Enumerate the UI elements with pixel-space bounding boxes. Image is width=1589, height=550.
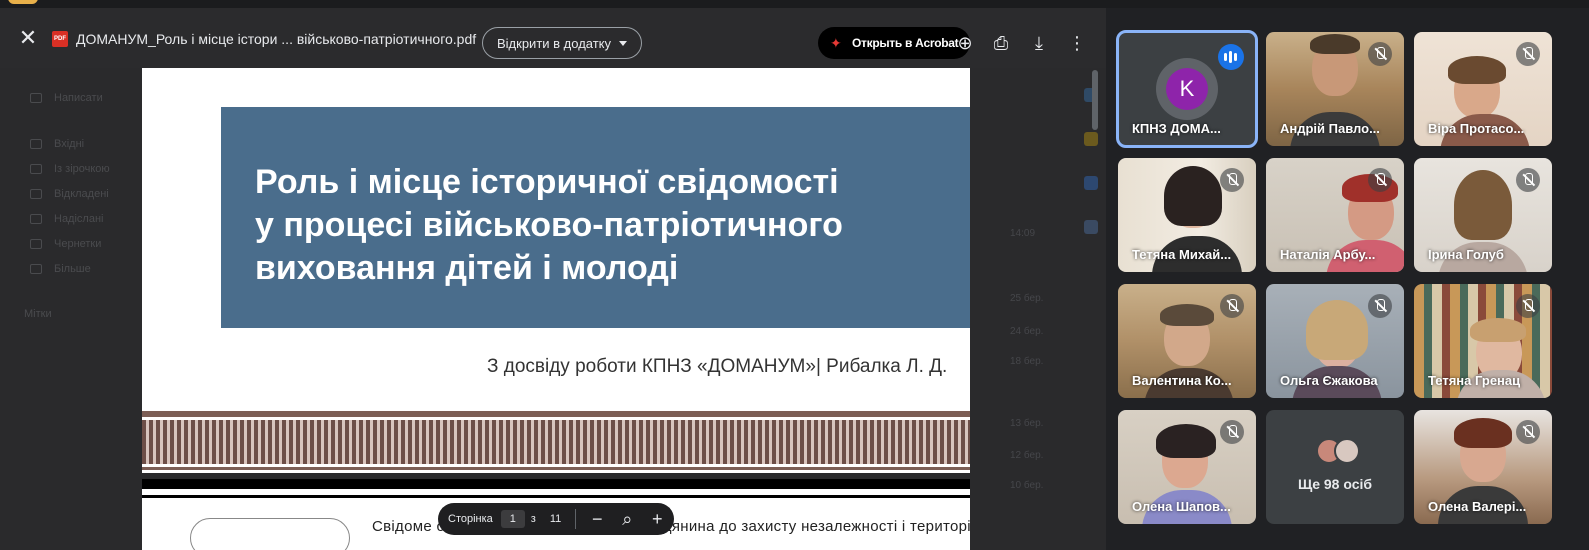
bg-labels-heading: Мітки xyxy=(24,308,52,320)
bg-date: 24 бер. xyxy=(1010,326,1044,337)
bg-date: 18 бер. xyxy=(1010,356,1044,367)
page2-oval-shape xyxy=(190,518,350,550)
participant-name: Андрій Павло... xyxy=(1280,121,1380,136)
participant-tile[interactable]: K КПНЗ ДОМА... xyxy=(1116,30,1258,148)
participant-tile[interactable]: Віра Протасо... xyxy=(1414,32,1552,146)
background-side-rail xyxy=(1076,68,1106,550)
add-to-drive-icon[interactable]: ⊕ xyxy=(954,32,976,54)
mic-off-icon xyxy=(1516,42,1540,66)
participant-name: Віра Протасо... xyxy=(1428,121,1525,136)
mic-off-icon xyxy=(1368,294,1392,318)
acrobat-label: Открыть в Acrobat xyxy=(852,36,959,50)
participant-name: КПНЗ ДОМА... xyxy=(1132,121,1221,136)
page-separator-label: з xyxy=(530,513,536,525)
bg-compose: Написати xyxy=(30,92,103,104)
bg-inbox: Вхідні xyxy=(30,138,84,150)
mic-off-icon xyxy=(1220,168,1244,192)
bg-starred: Із зірочкою xyxy=(30,163,110,175)
page2-header-bar xyxy=(142,479,970,489)
participant-name: Олена Шапов... xyxy=(1132,499,1231,514)
page2-header-bar xyxy=(142,495,970,498)
slide-title-line: виховання дітей і молоді xyxy=(255,249,679,287)
slide-title-box: Роль і місце історичної свідомості у про… xyxy=(221,107,970,328)
slide-title: Роль і місце історичної свідомості у про… xyxy=(255,161,955,290)
bg-sent: Надіслані xyxy=(30,213,103,225)
mic-off-icon xyxy=(1516,168,1540,192)
mic-off-icon xyxy=(1220,294,1244,318)
close-icon[interactable]: ✕ xyxy=(18,27,38,49)
download-icon[interactable]: ⤓ xyxy=(1028,32,1050,54)
participant-name: Ольга Єжакова xyxy=(1280,373,1378,388)
participant-tile[interactable]: Ольга Єжакова xyxy=(1266,284,1404,398)
more-participants-avatars xyxy=(1316,438,1360,468)
window-indicator xyxy=(8,0,38,4)
participant-tile[interactable]: Тетяна Гренац xyxy=(1414,284,1552,398)
decorative-band xyxy=(142,420,970,464)
bg-date: 12 бер. xyxy=(1010,450,1044,461)
open-in-app-label: Відкрити в додатку xyxy=(497,35,612,51)
pdf-viewer: Написати Вхідні Із зірочкою Відкладені Н… xyxy=(0,8,1106,550)
participant-name: Тетяна Михай... xyxy=(1132,247,1232,262)
decorative-stripe xyxy=(142,411,970,417)
page-label: Сторінка xyxy=(448,513,493,525)
bg-more: Більше xyxy=(30,263,91,275)
slide-author: З досвіду роботи КПНЗ «ДОМАНУМ»| Рибалка… xyxy=(487,356,948,377)
acrobat-icon: ✦ xyxy=(830,35,842,51)
pdf-page[interactable]: Роль і місце історичної свідомості у про… xyxy=(142,68,970,550)
viewer-scrollbar[interactable] xyxy=(1092,70,1098,130)
participant-tile[interactable]: Олена Шапов... xyxy=(1118,410,1256,524)
mic-off-icon xyxy=(1516,420,1540,444)
participant-name: Валентина Ко... xyxy=(1132,373,1232,388)
more-vert-icon[interactable]: ⋮ xyxy=(1066,32,1088,54)
bg-date: 25 бер. xyxy=(1010,293,1044,304)
bg-snoozed: Відкладені xyxy=(30,188,109,200)
speaking-indicator-icon xyxy=(1218,44,1244,70)
participant-name: Тетяна Гренац xyxy=(1428,373,1521,388)
participant-name: Ірина Голуб xyxy=(1428,247,1504,262)
print-icon[interactable]: ⎙ xyxy=(990,32,1012,54)
open-in-app-button[interactable]: Відкрити в додатку xyxy=(482,27,643,59)
more-participants-tile[interactable]: Ще 98 осіб xyxy=(1266,410,1404,524)
file-name: ДОМАНУМ_Роль і місце істори ... військов… xyxy=(76,31,477,47)
participant-tile[interactable]: Андрій Павло... xyxy=(1266,32,1404,146)
bg-date: 13 бер. xyxy=(1010,418,1044,429)
window-top-strip xyxy=(0,0,1589,8)
avatar: K xyxy=(1156,58,1218,120)
page-navigation: Сторінка 1 з 11 − ⌕ + xyxy=(438,503,674,535)
participant-tile[interactable]: Наталія Арбу... xyxy=(1266,158,1404,272)
participant-tile[interactable]: Тетяна Михай... xyxy=(1118,158,1256,272)
more-participants-label: Ще 98 осіб xyxy=(1297,476,1373,492)
participant-tile[interactable]: Ірина Голуб xyxy=(1414,158,1552,272)
mic-off-icon xyxy=(1220,420,1244,444)
participant-name: Олена Валері... xyxy=(1428,499,1527,514)
participant-name: Наталія Арбу... xyxy=(1280,247,1376,262)
participant-tile[interactable]: Олена Валері... xyxy=(1414,410,1552,524)
caret-down-icon xyxy=(619,40,628,46)
mic-off-icon xyxy=(1368,168,1392,192)
bg-date: 10 бер. xyxy=(1010,480,1044,491)
slide-title-line: Роль і місце історичної свідомості xyxy=(255,163,839,201)
bg-date: 14:09 xyxy=(1010,228,1036,239)
pdf-file-icon: PDF xyxy=(52,31,68,47)
participants-grid: K КПНЗ ДОМА... Андрій Павло... Віра Прот… xyxy=(1116,30,1564,532)
open-in-acrobat-button[interactable]: ✦ Открыть в Acrobat xyxy=(818,27,971,59)
page-number-input[interactable]: 1 xyxy=(500,510,525,528)
viewer-toolbar: ✕ PDF ДОМАНУМ_Роль і місце істори ... ві… xyxy=(0,8,1106,68)
background-sidebar: Написати Вхідні Із зірочкою Відкладені Н… xyxy=(0,68,140,550)
participant-tile[interactable]: Валентина Ко... xyxy=(1118,284,1256,398)
zoom-in-button[interactable]: + xyxy=(648,510,666,528)
mic-off-icon xyxy=(1516,294,1540,318)
page-total: 11 xyxy=(549,513,562,525)
slide-title-line: у процесі військово-патріотичного xyxy=(255,206,843,244)
mic-off-icon xyxy=(1368,42,1392,66)
decorative-stripe xyxy=(142,467,970,470)
zoom-icon[interactable]: ⌕ xyxy=(618,510,636,528)
bg-drafts: Чернетки xyxy=(30,238,101,250)
nav-divider xyxy=(575,509,577,529)
zoom-out-button[interactable]: − xyxy=(588,510,606,528)
